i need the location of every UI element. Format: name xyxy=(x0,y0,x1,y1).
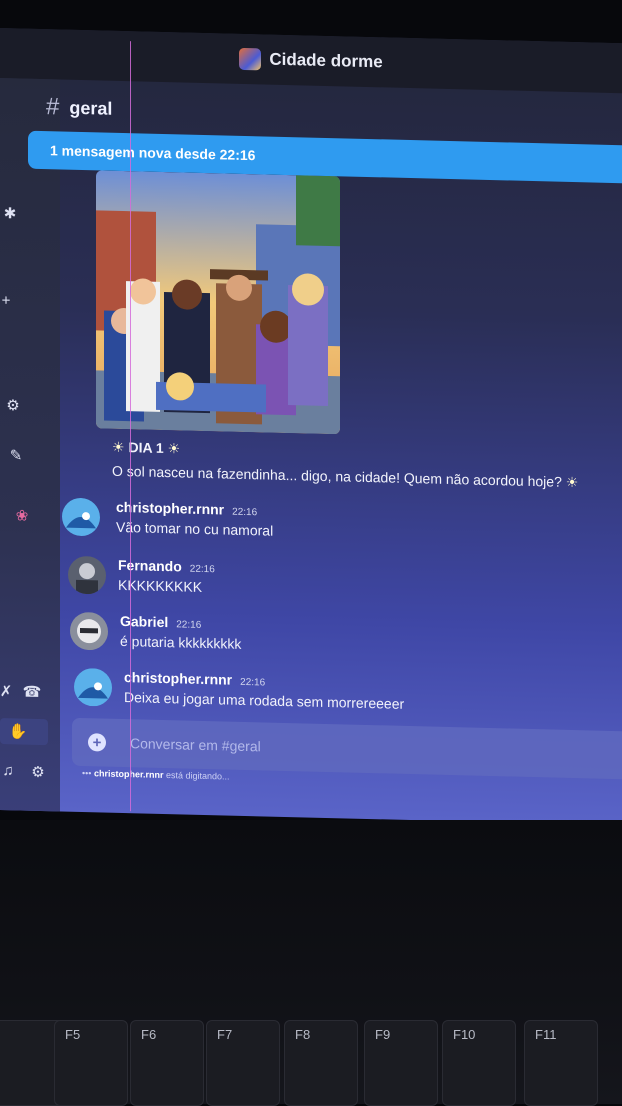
announcement-text: O sol nasceu na fazendinha... digo, na c… xyxy=(112,462,562,490)
author-name: Fernando xyxy=(118,556,182,575)
game-image[interactable] xyxy=(96,170,340,435)
message-content: é putaria kkkkkkkkk xyxy=(120,632,242,652)
typing-suffix: está digitando... xyxy=(166,770,230,782)
sidebar: ✱ + ⚙ ✎ ❀ ✗ ☎ ✋ ♫ ⚙ xyxy=(0,78,60,820)
typing-user: christopher.rnnr xyxy=(93,768,164,780)
key-label: F5 xyxy=(65,1027,81,1042)
message-time: 22:16 xyxy=(189,563,215,576)
author-name: christopher.rnnr xyxy=(124,669,233,688)
message-author[interactable]: Gabriel 22:16 xyxy=(120,613,201,631)
settings-icon[interactable]: ✱ xyxy=(0,204,20,222)
key-label: F7 xyxy=(217,1027,233,1042)
sun-icon: ☀ xyxy=(167,440,181,457)
avatar[interactable] xyxy=(70,611,108,651)
key-label: F8 xyxy=(295,1027,311,1042)
typing-indicator: ••• christopher.rnnr está digitando... xyxy=(82,768,230,782)
add-attachment-button[interactable]: + xyxy=(88,733,106,752)
disconnect-icon[interactable]: ☎ xyxy=(22,683,42,701)
server-icon[interactable] xyxy=(239,47,262,71)
message-time: 22:16 xyxy=(176,619,202,631)
hashtag-icon: # xyxy=(46,93,60,121)
gear-icon[interactable]: ⚙ xyxy=(3,396,23,414)
key-label: F6 xyxy=(141,1027,157,1042)
screen-glare-line xyxy=(130,41,131,812)
avatar[interactable] xyxy=(62,497,100,537)
author-name: christopher.rnnr xyxy=(116,498,225,518)
message[interactable]: christopher.rnnr 22:16 Vão tomar no cu na… xyxy=(60,497,622,563)
key-label: F11 xyxy=(535,1027,557,1042)
channel-name: geral xyxy=(69,97,113,119)
message-input[interactable] xyxy=(128,734,532,763)
pixel-art-town-scene xyxy=(96,170,340,435)
message-content: Deixa eu jogar uma rodada sem morrereeee… xyxy=(124,689,405,712)
keyboard-key: F7 xyxy=(206,1020,280,1106)
server-title: Cidade dorme xyxy=(269,49,383,72)
avatar[interactable] xyxy=(68,555,106,595)
message-author[interactable]: christopher.rnnr 22:16 xyxy=(116,499,257,518)
soundboard-icon: ✋ xyxy=(8,723,28,741)
keyboard-key: F5 xyxy=(54,1020,128,1106)
keyboard-key: F11 xyxy=(524,1020,598,1106)
discord-window: Cidade dorme ✱ + ⚙ ✎ ❀ ✗ ☎ ✋ ♫ ⚙ # geral… xyxy=(0,28,622,826)
message-content: Vão tomar no cu namoral xyxy=(116,518,274,539)
new-messages-text: 1 mensagem nova desde 22:16 xyxy=(50,142,256,164)
message-author[interactable]: Fernando 22:16 xyxy=(118,557,215,575)
message-author[interactable]: christopher.rnnr 22:16 xyxy=(124,669,265,688)
headphones-icon[interactable]: ♫ xyxy=(0,762,18,779)
avatar[interactable] xyxy=(74,667,112,707)
day-title: ☀ DIA 1 ☀ xyxy=(112,439,180,458)
announcement-row: O sol nasceu na fazendinha... digo, na c… xyxy=(112,463,578,491)
mute-icon[interactable]: ✎ xyxy=(6,446,26,464)
title-bar: Cidade dorme xyxy=(0,28,622,94)
stage-icon[interactable]: ❀ xyxy=(12,506,32,524)
user-settings-icon[interactable]: ⚙ xyxy=(28,763,48,781)
keyboard-key: F8 xyxy=(284,1020,358,1106)
sun-icon: ☀ xyxy=(565,473,579,491)
author-name: Gabriel xyxy=(120,612,169,631)
add-icon[interactable]: + xyxy=(0,292,16,309)
keyboard-key: F10 xyxy=(442,1020,516,1106)
message[interactable]: Gabriel 22:16 é putaria kkkkkkkkk xyxy=(60,611,622,677)
keyboard-key: F9 xyxy=(364,1020,438,1106)
key-label: F10 xyxy=(453,1027,476,1042)
message-time: 22:16 xyxy=(232,506,258,519)
message-time: 22:16 xyxy=(240,676,266,689)
typing-dots-icon: ••• xyxy=(82,768,92,779)
key-label: F9 xyxy=(375,1027,391,1042)
mic-off-icon[interactable]: ✗ xyxy=(0,682,16,700)
message[interactable]: Fernando 22:16 KKKKKKKKK xyxy=(60,555,622,621)
day-label: DIA 1 xyxy=(128,439,164,457)
activity-button[interactable]: ✋ xyxy=(0,718,48,746)
keyboard-key: F6 xyxy=(130,1020,204,1106)
sun-icon: ☀ xyxy=(112,438,125,456)
